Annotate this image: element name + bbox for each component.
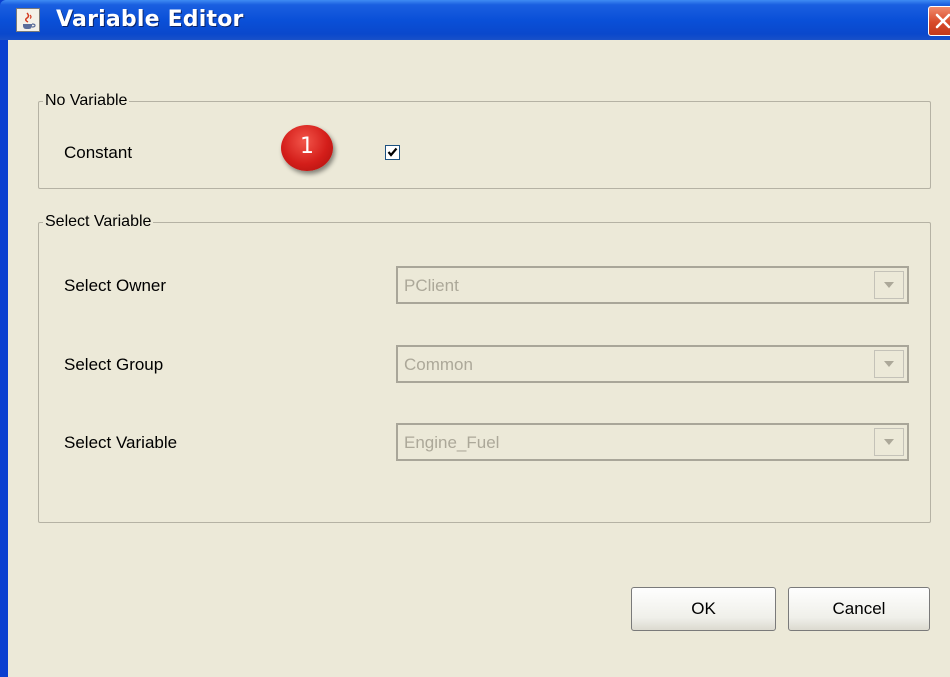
variable-editor-window: Variable Editor No Variable Constant 1 S… bbox=[0, 0, 950, 677]
chevron-down-icon bbox=[884, 439, 894, 445]
group-combobox[interactable]: Common bbox=[396, 345, 909, 383]
group-combobox-value: Common bbox=[404, 355, 473, 374]
select-variable-label: Select Variable bbox=[64, 433, 178, 452]
close-icon bbox=[935, 13, 950, 29]
ok-button[interactable]: OK bbox=[631, 587, 776, 631]
window-title: Variable Editor bbox=[56, 7, 244, 32]
owner-combobox-value: PClient bbox=[404, 276, 459, 295]
constant-checkbox[interactable] bbox=[385, 145, 400, 160]
group-dropdown-button[interactable] bbox=[874, 350, 904, 378]
constant-label: Constant bbox=[64, 143, 133, 162]
close-button[interactable] bbox=[928, 6, 950, 36]
owner-dropdown-button[interactable] bbox=[874, 271, 904, 299]
title-bar[interactable]: Variable Editor bbox=[0, 0, 950, 40]
select-variable-legend: Select Variable bbox=[45, 213, 152, 230]
variable-dropdown-button[interactable] bbox=[874, 428, 904, 456]
variable-combobox[interactable]: Engine_Fuel bbox=[396, 423, 909, 461]
java-cup-icon bbox=[16, 8, 40, 32]
annotation-badge: 1 bbox=[281, 125, 333, 171]
select-owner-label: Select Owner bbox=[64, 276, 167, 295]
checkmark-icon bbox=[387, 147, 398, 157]
chevron-down-icon bbox=[884, 282, 894, 288]
no-variable-legend: No Variable bbox=[45, 92, 128, 109]
variable-combobox-value: Engine_Fuel bbox=[404, 433, 500, 452]
cancel-button[interactable]: Cancel bbox=[788, 587, 930, 631]
select-group-label: Select Group bbox=[64, 355, 164, 374]
no-variable-group: No Variable bbox=[38, 92, 931, 189]
chevron-down-icon bbox=[884, 361, 894, 367]
owner-combobox[interactable]: PClient bbox=[396, 266, 909, 304]
